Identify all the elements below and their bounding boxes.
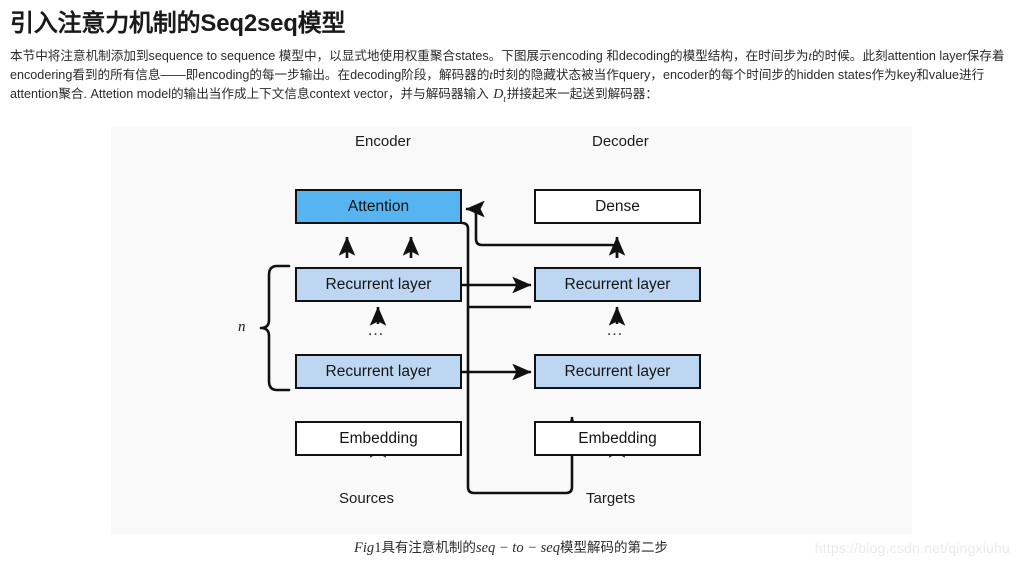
node-encoder-recurrent-bottom[interactable]: Recurrent layer [295, 354, 462, 389]
math-subscript-t: t [503, 93, 506, 104]
article-paragraph: 本节中将注意机制添加到sequence to sequence 模型中，以显式地… [0, 39, 1022, 109]
caption-math-seq: seq − to − seq [475, 540, 560, 556]
math-symbol-D: D [493, 87, 504, 102]
caption-text-part-1: 具有注意机制的 [381, 540, 476, 555]
page-title: 引入注意力机制的Seq2seq模型 [10, 10, 346, 37]
decoder-stack-ellipsis: … [606, 320, 625, 339]
decoder-input-label-targets: Targets [586, 490, 636, 507]
encoder-group-label: Encoder [355, 133, 411, 150]
node-attention[interactable]: Attention [295, 189, 462, 224]
stack-count-brace [259, 264, 291, 392]
node-decoder-recurrent-top[interactable]: Recurrent layer [534, 267, 701, 302]
diagram-stage: Encoder Decoder Attention Recurrent laye… [111, 127, 912, 534]
node-decoder-embedding[interactable]: Embedding [534, 421, 701, 456]
watermark-url: https://blog.csdn.net/qingxiuhu [814, 540, 1010, 556]
stack-count-label: n [238, 319, 246, 335]
encoder-input-label-sources: Sources [339, 490, 395, 507]
node-decoder-recurrent-bottom[interactable]: Recurrent layer [534, 354, 701, 389]
diagram-connectors [338, 200, 626, 495]
paragraph-segment-4: 拼接起来一起送到解码器： [506, 87, 658, 101]
caption-text-part-2: 模型解码的第二步 [559, 540, 668, 555]
node-encoder-embedding[interactable]: Embedding [295, 421, 462, 456]
decoder-group-label: Decoder [592, 133, 649, 150]
caption-fig-prefix: Fig [354, 540, 375, 556]
encoder-stack-ellipsis: … [367, 320, 386, 339]
article-container: 引入注意力机制的Seq2seq模型 本节中将注意机制添加到sequence to… [0, 0, 1022, 109]
figure-panel: Encoder Decoder Attention Recurrent laye… [111, 127, 912, 534]
paragraph-segment-1: 本节中将注意机制添加到sequence to sequence 模型中，以显式地… [10, 49, 809, 63]
node-dense[interactable]: Dense [534, 189, 701, 224]
node-encoder-recurrent-top[interactable]: Recurrent layer [295, 267, 462, 302]
inline-math-decoder-input: Dt [492, 87, 507, 104]
